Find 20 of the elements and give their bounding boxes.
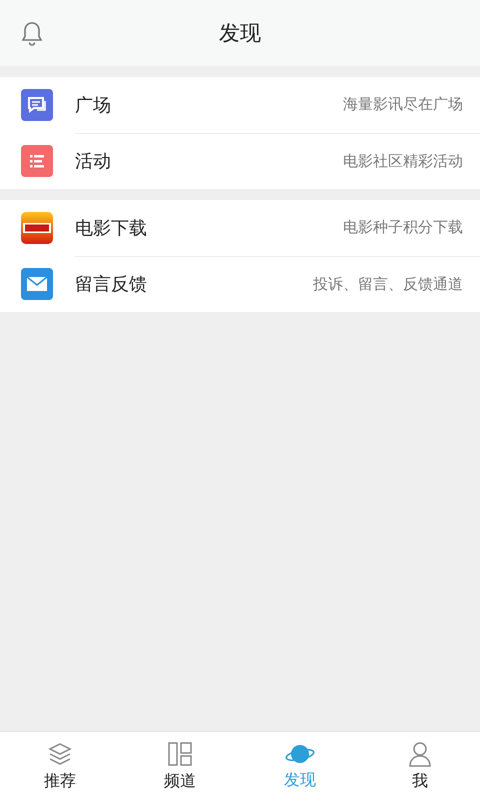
menu-item-label[interactable]: 留言反馈 bbox=[75, 272, 313, 296]
menu-item-hint: 电影种子积分下载 bbox=[343, 218, 463, 237]
panels-icon bbox=[168, 740, 192, 766]
list-icon bbox=[21, 145, 53, 177]
menu-item-hint: 海量影讯尽在广场 bbox=[343, 95, 463, 114]
mail-icon bbox=[21, 268, 53, 300]
nav-tab[interactable]: 我 bbox=[360, 732, 480, 800]
menu-item-label[interactable]: 电影下载 bbox=[75, 216, 343, 240]
page-title: 发现 bbox=[218, 20, 262, 47]
person-icon bbox=[408, 740, 432, 766]
layers-icon bbox=[47, 740, 73, 766]
movie-app-icon bbox=[21, 212, 53, 244]
nav-tab[interactable]: 推荐 bbox=[0, 732, 120, 800]
menu-item-label[interactable]: 广场 bbox=[75, 92, 343, 116]
nav-tab[interactable]: 频道 bbox=[120, 732, 240, 800]
menu-item-hint: 电影社区精彩活动 bbox=[343, 152, 463, 170]
menu-item-hint: 投诉、留言、反馈通道 bbox=[313, 274, 463, 294]
bell-icon[interactable] bbox=[20, 20, 44, 46]
menu-item-label[interactable]: 活动 bbox=[75, 149, 343, 173]
chat-icon bbox=[21, 89, 53, 121]
